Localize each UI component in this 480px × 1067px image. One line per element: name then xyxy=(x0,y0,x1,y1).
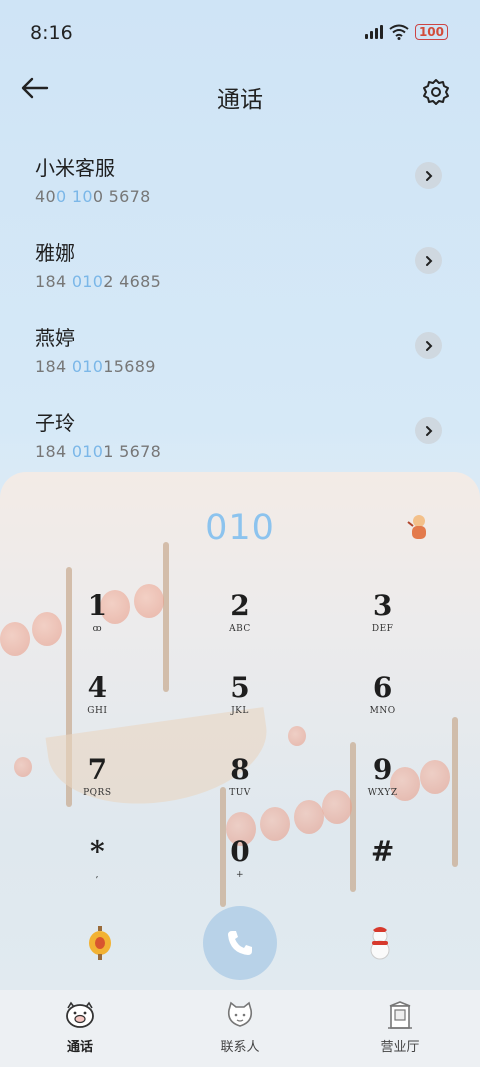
wifi-icon xyxy=(389,24,409,40)
contact-name: 小米客服 xyxy=(35,156,115,180)
tab-label: 营业厅 xyxy=(380,1040,420,1055)
status-bar: 8:16 100 xyxy=(0,0,480,64)
contact-detail-button[interactable] xyxy=(415,247,442,274)
key-9[interactable]: 9 WXYZ xyxy=(311,746,454,808)
battery-icon: 100 xyxy=(414,24,448,40)
key-4[interactable]: 4 GHI xyxy=(26,664,169,726)
mascot-icon xyxy=(407,515,426,539)
lantern-menu-icon[interactable] xyxy=(86,926,114,960)
contact-number: 400 100 5678 xyxy=(35,187,151,206)
call-button[interactable] xyxy=(203,906,277,980)
status-time: 8:16 xyxy=(30,22,73,44)
call-row xyxy=(0,906,480,982)
tab-calls[interactable]: 通话 xyxy=(0,990,160,1067)
key-2[interactable]: 2 ABC xyxy=(169,582,312,644)
settings-button[interactable] xyxy=(422,78,452,108)
header: 通话 xyxy=(0,70,480,118)
key-6[interactable]: 6 MNO xyxy=(311,664,454,726)
list-item[interactable]: 小米客服 400 100 5678 xyxy=(0,140,480,225)
bottom-tab-bar: 通话 联系人 营业厅 xyxy=(0,990,480,1067)
dial-panel: 010 1ꝏ 2 ABC 3 DEF 4 GHI 5 JKL 6 MNO 7 PQRS 8T… xyxy=(0,472,480,992)
list-item[interactable]: 子玲 184 0101 5678 xyxy=(0,395,480,480)
key-0[interactable]: 0 + xyxy=(169,828,312,890)
key-hash[interactable]: # xyxy=(311,828,454,890)
page-title: 通话 xyxy=(217,87,263,113)
key-3[interactable]: 3 DEF xyxy=(311,582,454,644)
mascot-contacts-icon xyxy=(227,1001,253,1027)
list-item[interactable]: 雅娜 184 0102 4685 xyxy=(0,225,480,310)
chevron-right-icon xyxy=(425,170,432,181)
phone-icon xyxy=(228,931,252,955)
key-star[interactable]: *, xyxy=(26,828,169,890)
contact-number: 184 0102 4685 xyxy=(35,272,162,291)
key-1[interactable]: 1ꝏ xyxy=(26,582,169,644)
key-7[interactable]: 7 PQRS xyxy=(26,746,169,808)
tab-label: 联系人 xyxy=(220,1040,260,1055)
contact-detail-button[interactable] xyxy=(415,162,442,189)
contact-name: 子玲 xyxy=(35,411,75,435)
chevron-right-icon xyxy=(425,255,432,266)
signal-icon xyxy=(364,25,383,39)
tab-label: 通话 xyxy=(66,1040,93,1055)
contact-name: 燕婷 xyxy=(35,326,75,350)
gear-icon xyxy=(423,79,449,105)
voicemail-icon: ꝏ xyxy=(92,624,103,634)
tab-contacts[interactable]: 联系人 xyxy=(160,990,320,1067)
contact-list: 小米客服 400 100 5678 雅娜 184 0102 4685 燕婷 18… xyxy=(0,140,480,480)
contact-number: 184 0101 5678 xyxy=(35,442,162,461)
keypad: 1ꝏ 2 ABC 3 DEF 4 GHI 5 JKL 6 MNO 7 PQRS 8 TUV 9… xyxy=(26,582,454,890)
status-icons: 100 xyxy=(364,24,448,40)
chevron-right-icon xyxy=(425,340,432,351)
pig-phone-icon xyxy=(66,1001,94,1028)
shop-icon xyxy=(388,1001,412,1029)
tab-service-hall[interactable]: 营业厅 xyxy=(320,990,480,1067)
snowman-icon[interactable] xyxy=(366,926,394,960)
key-5[interactable]: 5 JKL xyxy=(169,664,312,726)
contact-detail-button[interactable] xyxy=(415,332,442,359)
key-8[interactable]: 8 TUV xyxy=(169,746,312,808)
contact-number: 184 01015689 xyxy=(35,357,156,376)
chevron-right-icon xyxy=(425,425,432,436)
contact-name: 雅娜 xyxy=(35,241,75,265)
contact-detail-button[interactable] xyxy=(415,417,442,444)
list-item[interactable]: 燕婷 184 01015689 xyxy=(0,310,480,395)
